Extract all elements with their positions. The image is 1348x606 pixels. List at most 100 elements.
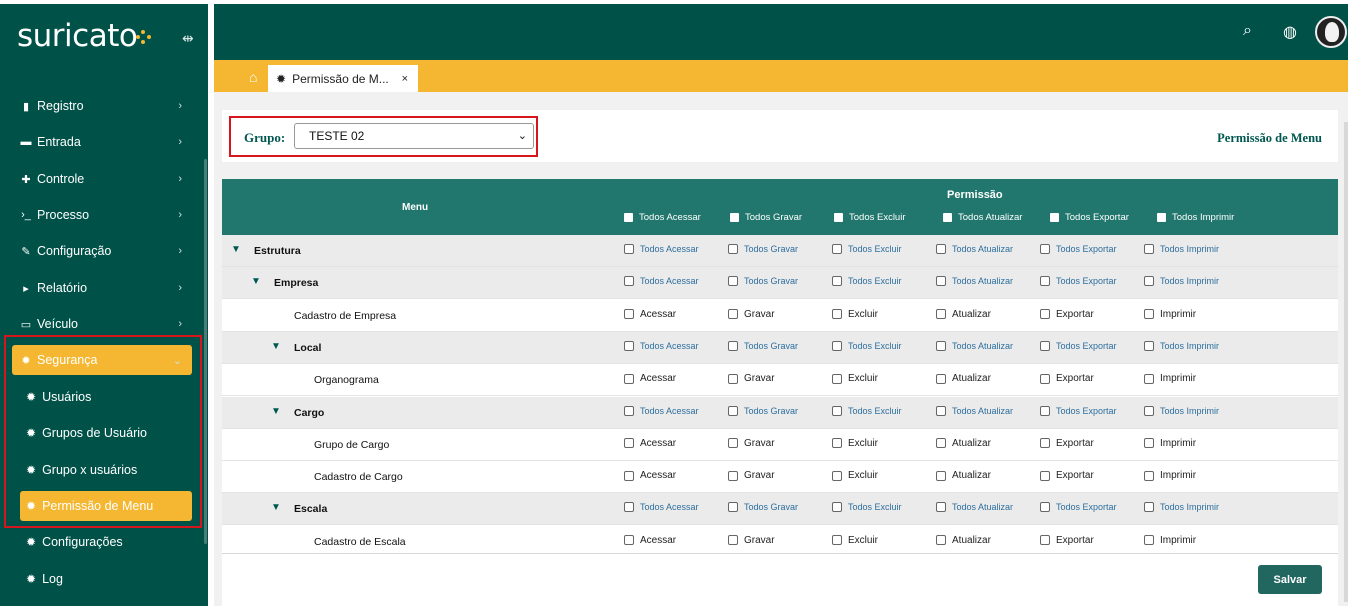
checkbox[interactable] xyxy=(936,340,946,351)
checkbox[interactable] xyxy=(624,470,634,481)
checkbox[interactable] xyxy=(936,309,946,320)
globe-icon[interactable]: ◍ xyxy=(1283,22,1297,42)
checkbox[interactable] xyxy=(728,438,738,449)
permission-checkbox[interactable]: Gravar xyxy=(728,309,775,320)
checkbox[interactable] xyxy=(943,213,952,222)
checkbox[interactable] xyxy=(1144,276,1154,287)
checkbox[interactable] xyxy=(624,309,634,320)
checkbox[interactable] xyxy=(728,535,738,546)
permission-checkbox[interactable]: Todos Acessar xyxy=(624,276,699,287)
checkbox[interactable] xyxy=(624,535,634,546)
checkbox[interactable] xyxy=(936,438,946,449)
permission-checkbox[interactable]: Acessar xyxy=(624,309,676,320)
tab-permissao-de-menu[interactable]: ✹ Permissão de M... × xyxy=(268,65,418,92)
permission-checkbox[interactable]: Imprimir xyxy=(1144,373,1196,384)
permission-checkbox[interactable]: Todos Gravar xyxy=(728,340,798,351)
permission-checkbox[interactable]: Imprimir xyxy=(1144,438,1196,449)
sidebar-item-registro[interactable]: ▮ Registro › xyxy=(12,91,192,121)
checkbox[interactable] xyxy=(624,276,634,287)
expand-toggle-icon[interactable]: ▼ xyxy=(271,341,281,352)
permission-checkbox[interactable]: Excluir xyxy=(832,470,878,481)
checkbox[interactable] xyxy=(1040,502,1050,513)
permission-checkbox[interactable]: Todos Atualizar xyxy=(936,276,1013,287)
permission-checkbox[interactable]: Todos Imprimir xyxy=(1144,340,1219,351)
checkbox[interactable] xyxy=(624,213,633,222)
permission-checkbox[interactable]: Atualizar xyxy=(936,373,991,384)
checkbox[interactable] xyxy=(1040,373,1050,384)
checkbox[interactable] xyxy=(624,438,634,449)
checkbox[interactable] xyxy=(1157,213,1166,222)
permission-checkbox[interactable]: Atualizar xyxy=(936,309,991,320)
checkbox[interactable] xyxy=(832,470,842,481)
permission-checkbox[interactable]: Imprimir xyxy=(1144,470,1196,481)
permission-checkbox[interactable]: Todos Acessar xyxy=(624,340,699,351)
collapse-sidebar-icon[interactable]: ⇹ xyxy=(182,30,194,47)
header-checkbox-1[interactable]: Todos Gravar xyxy=(730,212,802,223)
sidebar-subitem-log[interactable]: ✹ Log xyxy=(20,564,192,594)
permission-checkbox[interactable]: Exportar xyxy=(1040,535,1094,546)
sidebar-item-controle[interactable]: ✚ Controle › xyxy=(12,164,192,194)
checkbox[interactable] xyxy=(1040,244,1050,254)
checkbox[interactable] xyxy=(728,244,738,254)
checkbox[interactable] xyxy=(1040,535,1050,546)
checkbox[interactable] xyxy=(1040,405,1050,416)
checkbox[interactable] xyxy=(1144,470,1154,481)
checkbox[interactable] xyxy=(1144,340,1154,351)
permission-checkbox[interactable]: Todos Atualizar xyxy=(936,340,1013,351)
content-scrollbar[interactable] xyxy=(1344,122,1348,602)
checkbox[interactable] xyxy=(728,470,738,481)
permission-checkbox[interactable]: Todos Excluir xyxy=(832,502,902,513)
permission-checkbox[interactable]: Todos Atualizar xyxy=(936,244,1013,254)
permission-checkbox[interactable]: Acessar xyxy=(624,470,676,481)
expand-toggle-icon[interactable]: ▼ xyxy=(251,276,261,287)
checkbox[interactable] xyxy=(728,309,738,320)
checkbox[interactable] xyxy=(728,340,738,351)
permission-checkbox[interactable]: Todos Gravar xyxy=(728,276,798,287)
permission-checkbox[interactable]: Gravar xyxy=(728,373,775,384)
permission-checkbox[interactable]: Todos Acessar xyxy=(624,502,699,513)
expand-toggle-icon[interactable]: ▼ xyxy=(271,406,281,417)
checkbox[interactable] xyxy=(936,276,946,287)
header-checkbox-2[interactable]: Todos Excluir xyxy=(834,212,906,223)
permission-checkbox[interactable]: Todos Excluir xyxy=(832,244,902,254)
sidebar-item-processo[interactable]: ›_ Processo › xyxy=(12,200,192,230)
sidebar-scrollbar[interactable] xyxy=(204,159,207,544)
permission-checkbox[interactable]: Todos Gravar xyxy=(728,502,798,513)
permission-checkbox[interactable]: Excluir xyxy=(832,373,878,384)
checkbox[interactable] xyxy=(832,340,842,351)
permission-checkbox[interactable]: Todos Acessar xyxy=(624,405,699,416)
sidebar-item-entrada[interactable]: ▬ Entrada › xyxy=(12,127,192,157)
checkbox[interactable] xyxy=(728,405,738,416)
checkbox[interactable] xyxy=(1040,340,1050,351)
permission-checkbox[interactable]: Todos Imprimir xyxy=(1144,502,1219,513)
checkbox[interactable] xyxy=(936,373,946,384)
header-checkbox-4[interactable]: Todos Exportar xyxy=(1050,212,1129,223)
header-checkbox-3[interactable]: Todos Atualizar xyxy=(943,212,1022,223)
permission-checkbox[interactable]: Exportar xyxy=(1040,309,1094,320)
permission-checkbox[interactable]: Excluir xyxy=(832,535,878,546)
search-icon[interactable]: ⌕ xyxy=(1243,22,1252,40)
expand-toggle-icon[interactable]: ▼ xyxy=(231,244,241,255)
permission-checkbox[interactable]: Todos Imprimir xyxy=(1144,244,1219,254)
avatar[interactable] xyxy=(1315,16,1347,48)
checkbox[interactable] xyxy=(624,405,634,416)
save-button[interactable]: Salvar xyxy=(1258,565,1322,594)
sidebar-subitem-configuracoes[interactable]: ✹ Configurações xyxy=(20,527,192,557)
permission-checkbox[interactable]: Todos Excluir xyxy=(832,405,902,416)
checkbox[interactable] xyxy=(1040,276,1050,287)
checkbox[interactable] xyxy=(624,244,634,254)
permission-checkbox[interactable]: Todos Exportar xyxy=(1040,276,1117,287)
checkbox[interactable] xyxy=(832,244,842,254)
permission-checkbox[interactable]: Todos Exportar xyxy=(1040,244,1117,254)
permission-checkbox[interactable]: Todos Gravar xyxy=(728,405,798,416)
checkbox[interactable] xyxy=(1144,373,1154,384)
header-checkbox-0[interactable]: Todos Acessar xyxy=(624,212,701,223)
permission-checkbox[interactable]: Atualizar xyxy=(936,438,991,449)
checkbox[interactable] xyxy=(730,213,739,222)
header-checkbox-5[interactable]: Todos Imprimir xyxy=(1157,212,1234,223)
checkbox[interactable] xyxy=(624,502,634,513)
permission-checkbox[interactable]: Imprimir xyxy=(1144,535,1196,546)
permission-checkbox[interactable]: Acessar xyxy=(624,438,676,449)
permission-checkbox[interactable]: Excluir xyxy=(832,438,878,449)
checkbox[interactable] xyxy=(832,276,842,287)
